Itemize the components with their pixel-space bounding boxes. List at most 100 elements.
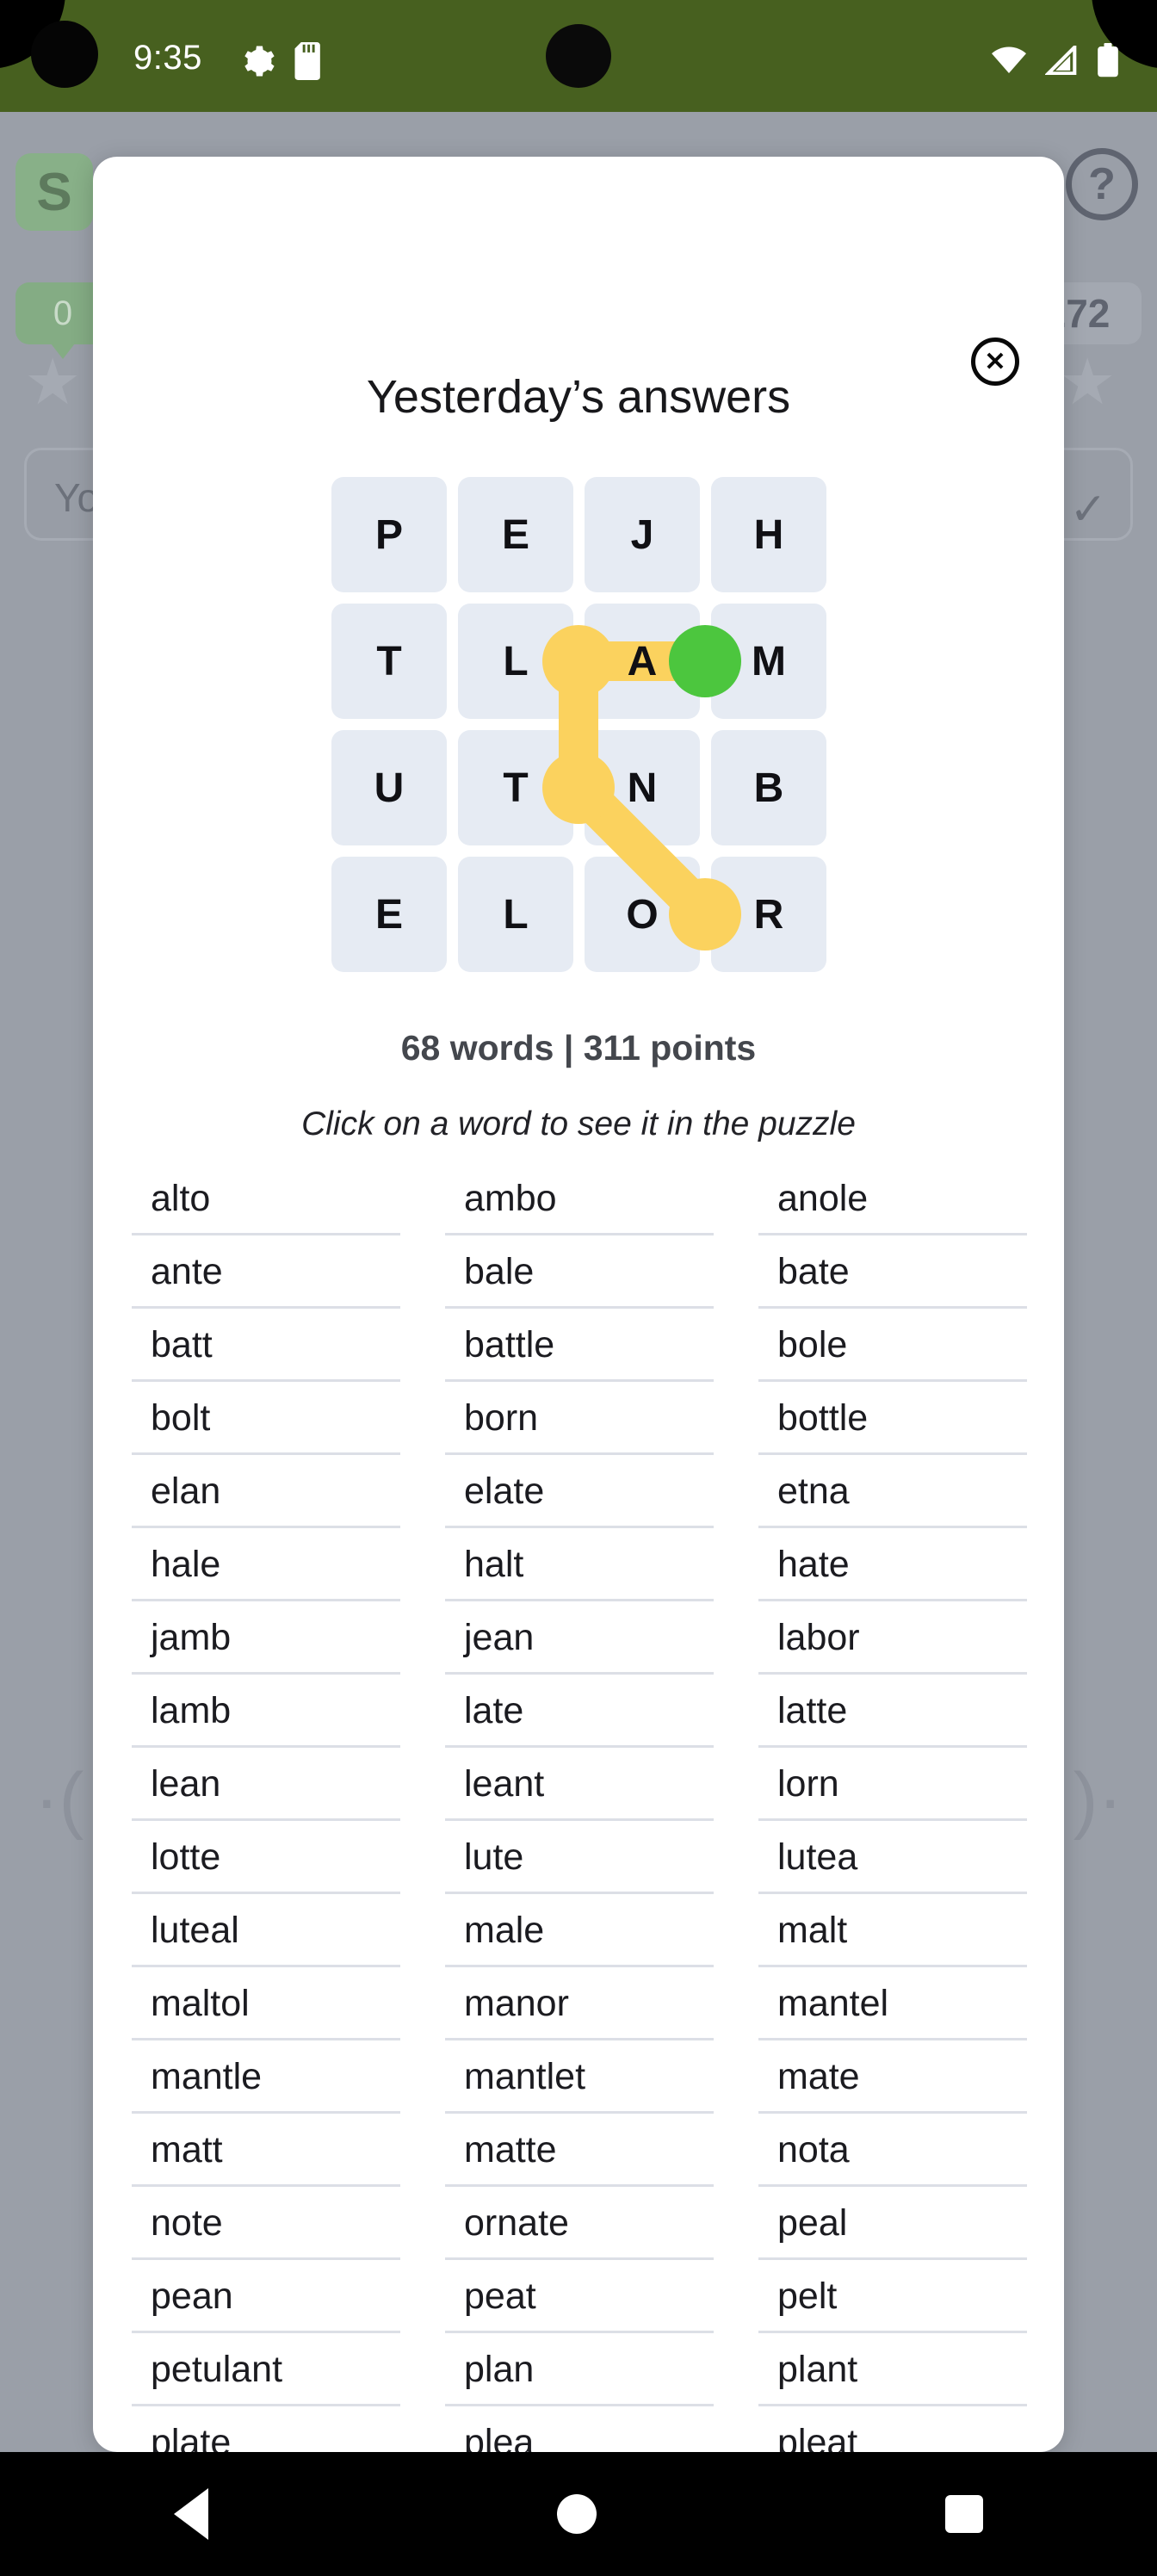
- word-list-item[interactable]: jean: [445, 1601, 714, 1675]
- letter-grid: P E J H T L A M U T N B E L O R: [331, 477, 826, 972]
- word-list-item[interactable]: matte: [445, 2114, 714, 2187]
- word-list-item[interactable]: nota: [758, 2114, 1027, 2187]
- camera-punch-hole: [31, 21, 98, 88]
- grid-tile-letter: H: [753, 511, 784, 558]
- camera-punch-hole-center: [546, 24, 611, 88]
- control-right-icon: )·: [1073, 1757, 1123, 1841]
- word-list-item[interactable]: note: [132, 2187, 400, 2260]
- word-list-item[interactable]: ambo: [445, 1162, 714, 1235]
- word-list-item[interactable]: luteal: [132, 1894, 400, 1967]
- star-icon-left: ★: [24, 346, 82, 418]
- word-list-item[interactable]: pelt: [758, 2260, 1027, 2333]
- word-list-item[interactable]: bate: [758, 1235, 1027, 1309]
- word-list-item[interactable]: lorn: [758, 1748, 1027, 1821]
- stats-line: 68 words | 311 points: [400, 1028, 757, 1068]
- word-list-item[interactable]: elate: [445, 1455, 714, 1528]
- grid-tile-letter: E: [374, 891, 403, 938]
- word-list-item[interactable]: bole: [758, 1309, 1027, 1382]
- word-list-item[interactable]: petulant: [132, 2333, 400, 2406]
- grid-tile[interactable]: P: [331, 477, 447, 592]
- word-list-item[interactable]: peat: [445, 2260, 714, 2333]
- word-list-item[interactable]: latte: [758, 1675, 1027, 1748]
- word-list-item[interactable]: lean: [132, 1748, 400, 1821]
- grid-tile-letter: A: [627, 638, 658, 684]
- word-list-item[interactable]: batt: [132, 1309, 400, 1382]
- word-list-item[interactable]: lamb: [132, 1675, 400, 1748]
- grid-tile[interactable]: H: [711, 477, 826, 592]
- grid-tile-letter: T: [376, 638, 402, 684]
- word-list-item[interactable]: bolt: [132, 1382, 400, 1455]
- word-list-item[interactable]: etna: [758, 1455, 1027, 1528]
- grid-tile[interactable]: J: [585, 477, 700, 592]
- word-list-item[interactable]: late: [445, 1675, 714, 1748]
- word-list-item[interactable]: alto: [132, 1162, 400, 1235]
- grid-tile-highlighted[interactable]: L: [458, 604, 573, 719]
- word-list-item[interactable]: manor: [445, 1967, 714, 2040]
- word-list-item[interactable]: battle: [445, 1309, 714, 1382]
- app-logo[interactable]: S: [15, 153, 93, 231]
- home-button-icon[interactable]: [556, 2494, 597, 2534]
- grid-tile-letter: L: [503, 891, 529, 938]
- grid-tile[interactable]: R: [711, 857, 826, 972]
- word-list-item[interactable]: leant: [445, 1748, 714, 1821]
- word-list-item[interactable]: bale: [445, 1235, 714, 1309]
- word-list-item[interactable]: plant: [758, 2333, 1027, 2406]
- word-list-item[interactable]: mate: [758, 2040, 1027, 2114]
- grid-tile-letter: U: [374, 765, 405, 811]
- star-icon-right: ★: [1059, 346, 1117, 418]
- word-list-item[interactable]: ornate: [445, 2187, 714, 2260]
- grid-tile-highlighted[interactable]: A: [585, 604, 700, 719]
- word-list-item[interactable]: labor: [758, 1601, 1027, 1675]
- close-icon[interactable]: ✕: [971, 337, 1019, 386]
- dialog-title: Yesterday’s answers: [366, 371, 791, 423]
- word-list-item[interactable]: plate: [132, 2406, 400, 2452]
- word-list-item[interactable]: lotte: [132, 1821, 400, 1894]
- grid-tile-letter: L: [503, 638, 529, 684]
- back-button-icon[interactable]: [174, 2488, 209, 2540]
- grid-tile[interactable]: T: [331, 604, 447, 719]
- word-list-item[interactable]: hale: [132, 1528, 400, 1601]
- grid-tile-highlighted[interactable]: T: [458, 730, 573, 845]
- grid-tile-highlighted[interactable]: O: [585, 857, 700, 972]
- word-list-item[interactable]: anole: [758, 1162, 1027, 1235]
- grid-tile[interactable]: M: [711, 604, 826, 719]
- help-icon[interactable]: ?: [1066, 148, 1138, 220]
- word-list-item[interactable]: maltol: [132, 1967, 400, 2040]
- grid-tile[interactable]: B: [711, 730, 826, 845]
- recents-button-icon[interactable]: [944, 2495, 983, 2533]
- word-list-item[interactable]: elan: [132, 1455, 400, 1528]
- grid-tile[interactable]: U: [331, 730, 447, 845]
- word-list-item[interactable]: bottle: [758, 1382, 1027, 1455]
- status-icons: [992, 42, 1119, 82]
- word-list-item[interactable]: mantel: [758, 1967, 1027, 2040]
- word-list-item[interactable]: lutea: [758, 1821, 1027, 1894]
- word-list-item[interactable]: matt: [132, 2114, 400, 2187]
- submit-check-icon[interactable]: ✓: [1069, 484, 1107, 536]
- word-list-item[interactable]: pean: [132, 2260, 400, 2333]
- word-list: alto ante batt bolt elan hale jamb lamb lean lott…: [132, 1162, 1027, 2452]
- word-list-item[interactable]: ante: [132, 1235, 400, 1309]
- hint-text: Click on a word to see it in the puzzle: [301, 1105, 856, 1142]
- grid-tile[interactable]: E: [331, 857, 447, 972]
- word-list-item[interactable]: mantle: [132, 2040, 400, 2114]
- word-list-item[interactable]: born: [445, 1382, 714, 1455]
- sd-card-icon: [294, 42, 324, 84]
- grid-tile[interactable]: E: [458, 477, 573, 592]
- word-list-item[interactable]: plan: [445, 2333, 714, 2406]
- clock: 9:35: [133, 39, 202, 77]
- word-list-item[interactable]: plea: [445, 2406, 714, 2452]
- cell-signal-icon: [1043, 42, 1078, 79]
- word-list-item[interactable]: jamb: [132, 1601, 400, 1675]
- word-list-item[interactable]: lute: [445, 1821, 714, 1894]
- grid-tile[interactable]: L: [458, 857, 573, 972]
- word-list-item[interactable]: male: [445, 1894, 714, 1967]
- word-list-item[interactable]: mantlet: [445, 2040, 714, 2114]
- grid-tile[interactable]: N: [585, 730, 700, 845]
- word-list-item[interactable]: halt: [445, 1528, 714, 1601]
- word-list-item[interactable]: peal: [758, 2187, 1027, 2260]
- word-list-item[interactable]: malt: [758, 1894, 1027, 1967]
- grid-tile-letter: J: [630, 511, 654, 558]
- word-list-item[interactable]: hate: [758, 1528, 1027, 1601]
- word-list-item[interactable]: pleat: [758, 2406, 1027, 2452]
- status-bar: 9:35: [0, 0, 1157, 112]
